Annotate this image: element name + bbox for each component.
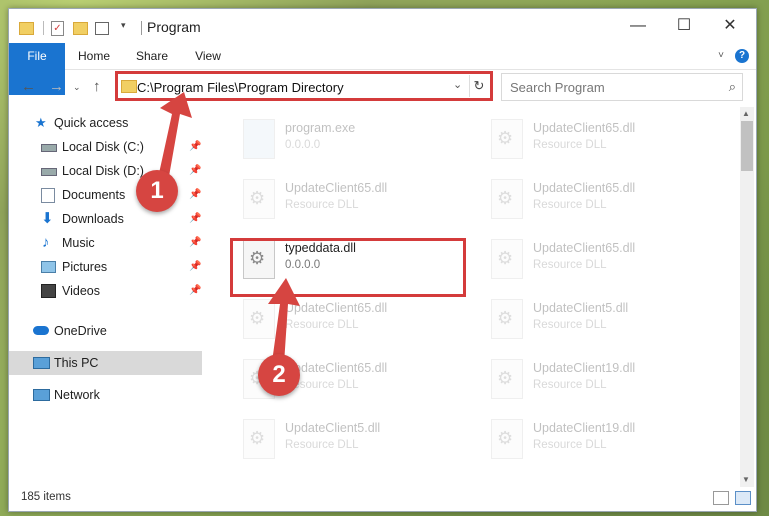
step-callout-1: 1 <box>136 170 178 212</box>
arrow-up-to-address <box>158 92 192 182</box>
annotation-arrows <box>158 92 300 364</box>
step-callout-2: 2 <box>258 354 300 396</box>
arrow-up-to-file <box>268 278 300 364</box>
